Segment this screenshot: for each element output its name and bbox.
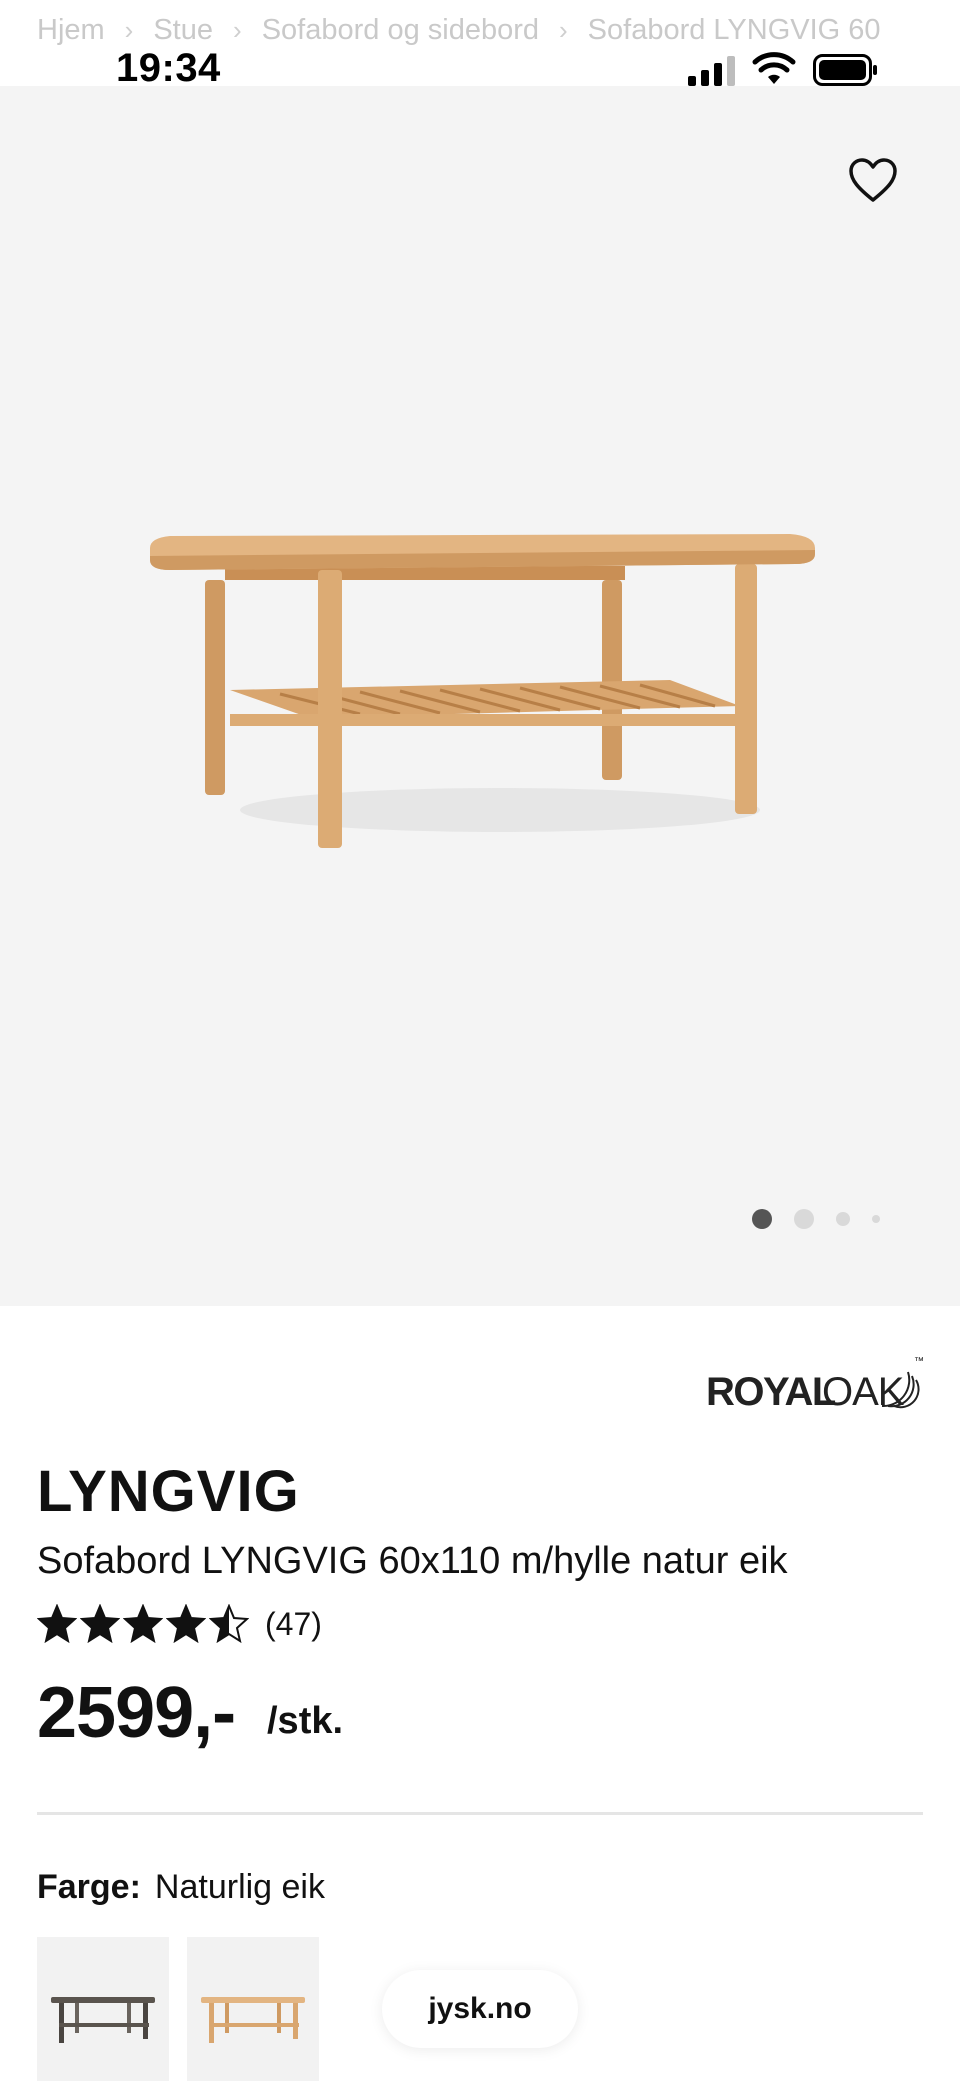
brand-logo-royal: ROYAL (706, 1370, 836, 1414)
star-filled-icon (80, 1604, 120, 1644)
wifi-icon (752, 52, 796, 84)
product-title: LYNGVIG (37, 1459, 300, 1524)
star-filled-icon (37, 1604, 77, 1644)
pagination-dot-active[interactable] (752, 1209, 772, 1229)
rating-stars (37, 1604, 249, 1644)
color-selector-label: Farge: Naturlig eik (37, 1868, 325, 1907)
divider (37, 1812, 923, 1815)
product-price: 2599,- (37, 1673, 236, 1753)
color-value: Naturlig eik (154, 1868, 325, 1906)
brand-logo: ROYAL OAK ™ (706, 1356, 926, 1416)
product-image-gallery[interactable] (0, 86, 960, 1306)
star-filled-icon (166, 1604, 206, 1644)
heart-outline-icon[interactable] (848, 158, 898, 204)
review-count[interactable]: (47) (265, 1606, 322, 1643)
gallery-pagination[interactable] (752, 1209, 902, 1229)
color-swatch-dark[interactable] (37, 1937, 169, 2081)
star-filled-icon (123, 1604, 163, 1644)
price-unit: /stk. (267, 1700, 344, 1742)
trademark-mark: ™ (914, 1356, 924, 1367)
oak-table-thumbnail (201, 1997, 305, 2043)
dark-table-thumbnail (51, 1997, 155, 2043)
product-rating[interactable]: (47) (37, 1604, 322, 1644)
color-label: Farge: (37, 1868, 141, 1906)
cellular-signal-icon (688, 54, 735, 86)
status-bar: 19:34 (0, 0, 960, 90)
site-url-pill[interactable]: jysk.no (382, 1970, 578, 2048)
battery-icon (813, 54, 877, 86)
pagination-dot[interactable] (836, 1212, 850, 1226)
star-half-icon (209, 1604, 249, 1644)
pagination-dot[interactable] (794, 1209, 814, 1229)
product-image (150, 534, 815, 848)
pagination-dot[interactable] (872, 1215, 880, 1223)
product-description: Sofabord LYNGVIG 60x110 m/hylle natur ei… (37, 1540, 788, 1582)
color-swatch-natural-oak[interactable] (187, 1937, 319, 2081)
status-time: 19:34 (116, 46, 221, 90)
